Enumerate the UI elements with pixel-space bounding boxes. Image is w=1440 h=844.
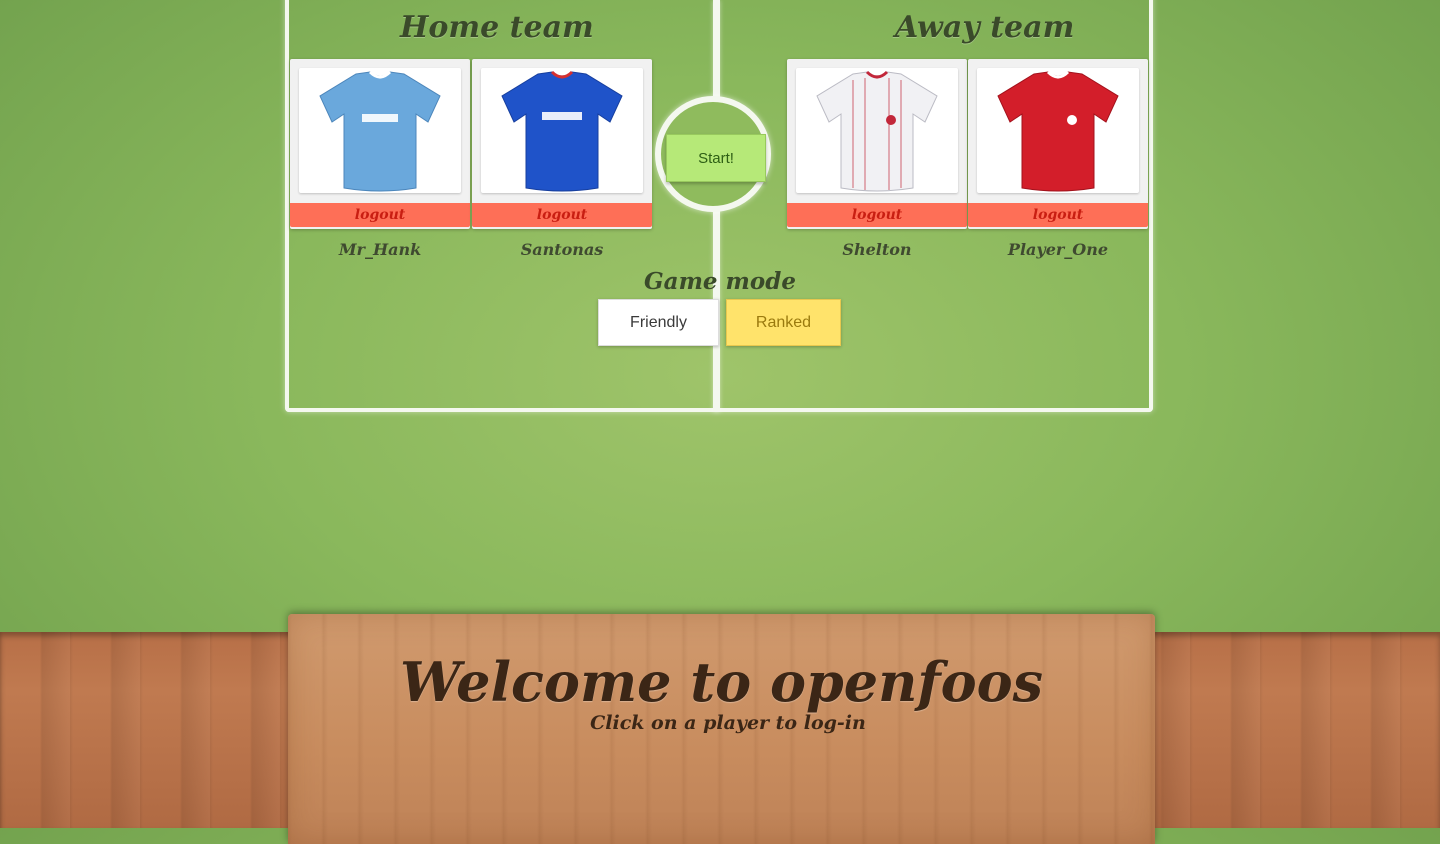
player-name-away-1: Shelton bbox=[842, 240, 912, 259]
friendly-mode-button[interactable]: Friendly bbox=[598, 299, 719, 346]
player-card-away-2[interactable]: logout bbox=[968, 59, 1148, 229]
logout-button[interactable]: logout bbox=[472, 203, 652, 227]
player-name-away-2: Player_One bbox=[1007, 240, 1109, 259]
ranked-mode-button[interactable]: Ranked bbox=[726, 299, 841, 346]
jersey-icon bbox=[319, 70, 441, 191]
logout-button[interactable]: logout bbox=[968, 203, 1148, 227]
welcome-title: Welcome to openfoos bbox=[399, 650, 1044, 714]
logout-button[interactable]: logout bbox=[787, 203, 967, 227]
home-team-title: Home team bbox=[400, 10, 594, 45]
logout-button[interactable]: logout bbox=[290, 203, 470, 227]
welcome-subtitle: Click on a player to log-in bbox=[590, 712, 866, 734]
player-card-home-2[interactable]: logout bbox=[472, 59, 652, 229]
player-card-away-1[interactable]: logout bbox=[787, 59, 967, 229]
jersey-icon bbox=[816, 70, 938, 191]
jersey-icon bbox=[997, 70, 1119, 191]
jersey-frame bbox=[796, 68, 958, 193]
jersey-frame bbox=[977, 68, 1139, 193]
jersey-icon bbox=[501, 70, 623, 191]
player-card-home-1[interactable]: logout bbox=[290, 59, 470, 229]
away-team-title: Away team bbox=[895, 10, 1075, 45]
start-button[interactable]: Start! bbox=[666, 134, 766, 182]
jersey-frame bbox=[299, 68, 461, 193]
game-mode-title: Game mode bbox=[644, 268, 796, 295]
player-name-home-2: Santonas bbox=[520, 240, 604, 259]
jersey-frame bbox=[481, 68, 643, 193]
player-name-home-1: Mr_Hank bbox=[338, 240, 422, 259]
